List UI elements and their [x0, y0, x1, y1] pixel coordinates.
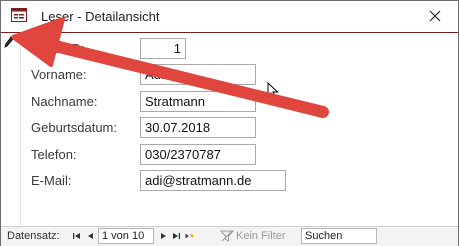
- new-record-icon[interactable]: [184, 229, 195, 243]
- search-input[interactable]: Suchen: [301, 228, 377, 244]
- geburtsdatum-field[interactable]: 30.07.2018: [140, 117, 256, 138]
- leser-id-field[interactable]: 1: [140, 38, 186, 59]
- filter-icon: [220, 230, 234, 242]
- prev-record-icon[interactable]: [85, 229, 96, 243]
- record-navigation-bar: Datensatz: 1 von 10 Kein Filter Suchen: [1, 226, 458, 246]
- next-record-icon[interactable]: [158, 229, 169, 243]
- filter-status-label[interactable]: Kein Filter: [236, 230, 286, 242]
- first-record-icon[interactable]: [71, 229, 82, 243]
- record-position-field[interactable]: 1 von 10: [98, 228, 154, 244]
- label-leser-id: Leser-ID:: [31, 41, 85, 56]
- record-nav-label: Datensatz:: [7, 230, 60, 242]
- nachname-field[interactable]: Stratmann: [140, 91, 256, 112]
- vorname-field[interactable]: Adrian: [140, 64, 256, 85]
- title-separator: [1, 32, 458, 33]
- form-window: Leser - Detailansicht Leser-ID: 1 Vornam…: [0, 0, 459, 246]
- close-icon: [429, 10, 441, 22]
- label-nachname: Nachname:: [31, 94, 98, 109]
- mouse-cursor-icon: [267, 82, 279, 100]
- telefon-field[interactable]: 030/2370787: [140, 144, 256, 165]
- form-app-icon: [11, 8, 27, 22]
- label-geburtsdatum: Geburtsdatum:: [31, 120, 117, 135]
- email-field[interactable]: adi@stratmann.de: [140, 170, 286, 191]
- label-email: E-Mail:: [31, 173, 72, 188]
- record-selector[interactable]: [1, 33, 21, 225]
- title-bar: Leser - Detailansicht: [1, 1, 458, 31]
- last-record-icon[interactable]: [171, 229, 182, 243]
- window-title: Leser - Detailansicht: [41, 9, 160, 24]
- annotation-arrow: [11, 17, 329, 118]
- close-button[interactable]: [412, 1, 458, 31]
- label-vorname: Vorname:: [31, 67, 87, 82]
- label-telefon: Telefon:: [31, 147, 77, 162]
- pencil-icon: [4, 36, 14, 48]
